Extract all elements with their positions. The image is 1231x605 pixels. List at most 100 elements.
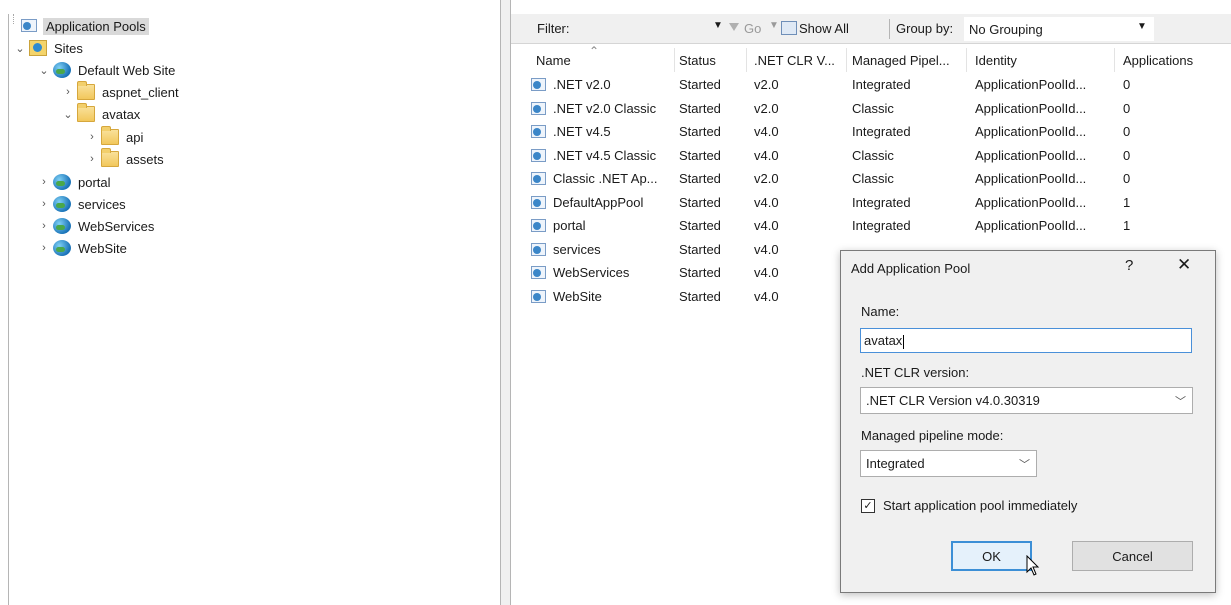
name-input[interactable]: avatax [860,328,1192,353]
cell-status: Started [679,100,721,116]
chevron-right-icon[interactable]: › [61,85,75,99]
go-button[interactable]: Go [744,21,761,36]
cell-status: Started [679,124,721,139]
cell-applications: 0 [1123,171,1131,186]
column-divider[interactable] [746,48,747,72]
folder-icon [101,148,119,167]
tree-item-portal[interactable]: › portal [37,172,114,192]
cell-name: .NET v4.5 Classic [553,147,657,163]
cell-pipeline: Integrated [852,77,911,92]
cell-name: Classic .NET Ap... [553,171,658,186]
column-header-status[interactable]: Status [679,53,716,68]
tree-item-webservices[interactable]: › WebServices [37,216,157,236]
show-all-button[interactable]: Show All [799,21,849,36]
pipeline-mode-label: Managed pipeline mode: [861,428,1004,443]
folder-icon [77,103,95,122]
application-pool-icon [531,77,548,93]
name-input-value: avatax [864,333,903,348]
chevron-right-icon[interactable]: › [37,219,51,233]
column-divider[interactable] [1114,48,1115,72]
column-header-identity[interactable]: Identity [975,53,1017,68]
column-divider[interactable] [966,48,967,72]
cancel-button[interactable]: Cancel [1072,541,1193,571]
column-header-applications[interactable]: Applications [1123,53,1193,68]
tree-item-application-pools[interactable]: Application Pools [21,16,149,36]
cell-status: Started [679,241,721,257]
table-row[interactable]: DefaultAppPool Started v4.0 Integrated Appli… [511,192,1231,215]
tree-item-api[interactable]: › api [85,126,146,147]
chevron-right-icon[interactable]: › [85,130,99,144]
chevron-right-icon[interactable]: › [37,175,51,189]
group-by-select[interactable]: No Grouping [964,17,1154,41]
chevron-right-icon[interactable]: › [37,241,51,255]
application-pool-icon [531,218,548,234]
filter-input[interactable] [581,18,721,40]
chevron-down-icon[interactable]: ⌄ [61,107,75,121]
tree-item-services[interactable]: › services [37,194,129,214]
tree-item-sites[interactable]: ⌄ Sites [13,38,86,58]
start-immediately-checkbox[interactable]: ✓ [861,499,875,513]
cell-identity: ApplicationPoolId... [975,194,1087,210]
help-icon[interactable]: ? [1125,257,1133,274]
clr-version-value: .NET CLR Version v4.0.30319 [866,393,1040,408]
go-dropdown-icon[interactable]: ▼ [769,20,779,31]
column-divider[interactable] [674,48,675,72]
cell-pipeline: Integrated [852,218,911,233]
cell-clr-version: v2.0 [754,100,779,116]
chevron-down-icon[interactable]: ﹀ [1175,393,1186,409]
application-pool-icon [531,265,548,281]
chevron-down-icon[interactable]: ⌄ [13,41,27,55]
close-icon[interactable]: ✕ [1177,255,1191,275]
table-row[interactable]: .NET v4.5 Started v4.0 Integrated Applicatio… [511,121,1231,144]
application-pools-icon [21,18,39,34]
tree-item-assets[interactable]: › assets [85,148,167,169]
tree-item-aspnet-client[interactable]: › aspnet_client [61,81,182,102]
column-divider[interactable] [846,48,847,72]
tree-item-label: assets [126,151,164,167]
tree-item-website[interactable]: › WebSite [37,238,130,258]
cell-identity: ApplicationPoolId... [975,77,1087,92]
sites-icon [29,40,47,56]
mouse-cursor-icon [1026,555,1040,576]
column-header-clr-version[interactable]: .NET CLR V... [754,53,835,68]
cell-pipeline: Classic [852,100,894,116]
table-row[interactable]: .NET v2.0 Classic Started v2.0 Classic Appli… [511,98,1231,121]
chevron-down-icon[interactable]: ⌄ [37,63,51,77]
cell-identity: ApplicationPoolId... [975,218,1087,233]
start-immediately-label[interactable]: Start application pool immediately [883,498,1077,513]
cell-applications: 0 [1123,77,1131,92]
cell-name: services [553,241,601,257]
cell-clr-version: v4.0 [754,265,779,280]
column-header-name[interactable]: Name [536,53,571,68]
panel-splitter[interactable] [500,0,511,605]
tree-item-label: portal [78,174,111,190]
group-by-dropdown-icon[interactable]: ▼ [1137,21,1147,32]
filter-dropdown-icon[interactable]: ▼ [713,20,723,31]
ok-button[interactable]: OK [951,541,1032,571]
column-header-pipeline[interactable]: Managed Pipel... [852,53,950,68]
tree-connector [13,14,14,24]
clr-version-select[interactable]: .NET CLR Version v4.0.30319 ﹀ [860,387,1193,414]
table-row[interactable]: Classic .NET Ap... Started v2.0 Classic Appl… [511,168,1231,191]
tree-item-avatax[interactable]: ⌄ avatax [61,103,143,124]
funnel-icon[interactable] [729,23,739,31]
folder-icon [77,81,95,100]
chevron-right-icon[interactable]: › [37,197,51,211]
tree-item-label: services [78,196,126,212]
name-label: Name: [861,304,900,319]
table-row[interactable]: .NET v4.5 Classic Started v4.0 Classic Appli… [511,145,1231,168]
cell-name: .NET v4.5 [553,124,611,139]
chevron-right-icon[interactable]: › [85,152,99,166]
toolbar-separator [889,19,890,39]
cell-status: Started [679,147,721,163]
tree-item-label: Default Web Site [78,62,176,78]
cell-applications: 0 [1123,100,1131,116]
application-pool-icon [531,101,548,117]
pipeline-mode-select[interactable]: Integrated ﹀ [860,450,1037,477]
tree-item-default-web-site[interactable]: ⌄ Default Web Site [37,60,178,80]
table-row[interactable]: portal Started v4.0 Integrated ApplicationPo… [511,215,1231,238]
show-all-icon[interactable] [781,21,797,35]
cell-clr-version: v4.0 [754,288,779,304]
table-row[interactable]: .NET v2.0 Started v2.0 Integrated Applicatio… [511,74,1231,97]
chevron-down-icon[interactable]: ﹀ [1019,456,1030,472]
